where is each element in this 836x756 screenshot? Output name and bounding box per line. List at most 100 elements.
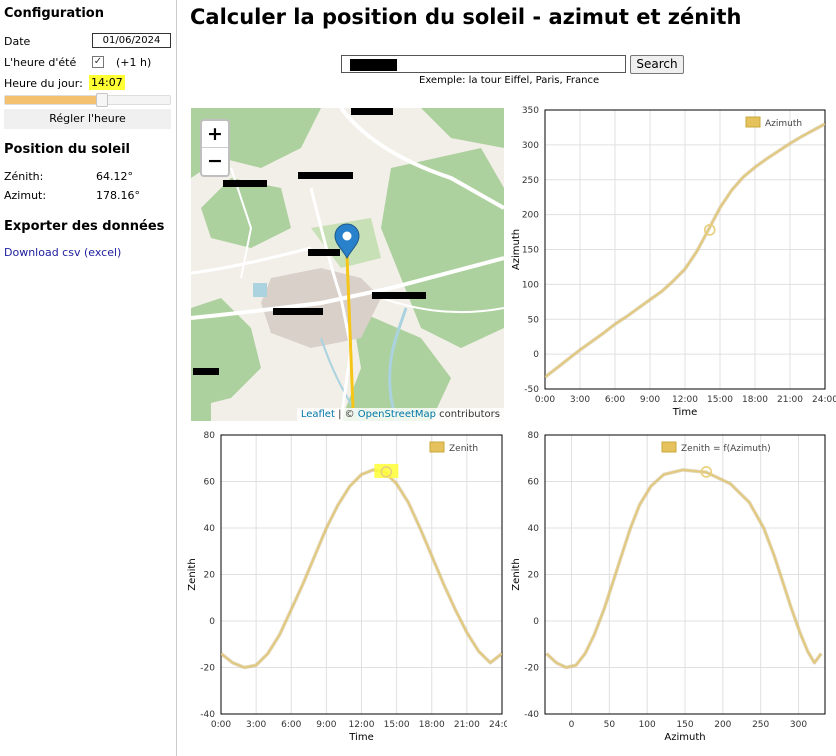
hour-value: 14:07 [89, 75, 125, 90]
legend-swatch [661, 441, 677, 453]
x-tick-label: 18:00 [742, 395, 768, 405]
zenith-time-chart: -40 -20 0 20 40 60 80 0:00 3:00 6:00 9:00 12:00 15:0… [187, 429, 517, 756]
legend-label: Zenith [449, 444, 478, 454]
map-label-redaction [273, 308, 323, 315]
x-tick-label: 9:00 [640, 395, 660, 405]
date-input[interactable]: 01/06/2024 [92, 33, 171, 48]
dst-label: L'heure d'été [4, 56, 77, 69]
x-tick-label: 15:00 [707, 395, 733, 405]
x-tick-label: 250 [752, 720, 769, 730]
hour-slider-handle[interactable] [96, 93, 109, 107]
map-tiles [191, 108, 504, 421]
y-tick-label: 150 [522, 246, 539, 256]
map-label-redaction [308, 249, 340, 256]
x-axis-label: Time [348, 732, 373, 743]
x-tick-label: 24:00 [812, 395, 836, 405]
legend-label: Azimuth [765, 119, 802, 129]
y-tick-label: -40 [200, 710, 215, 720]
zenith-value: 64.12° [96, 170, 133, 183]
x-tick-label: 6:00 [605, 395, 625, 405]
attribution-tail: contributors [436, 409, 500, 420]
y-tick-label: 0 [209, 617, 215, 627]
y-tick-label: 50 [528, 315, 540, 325]
y-tick-label: 60 [528, 478, 540, 488]
x-tick-label: 21:00 [454, 720, 480, 730]
x-tick-label: 12:00 [349, 720, 375, 730]
zoom-in-button[interactable]: + [202, 121, 228, 148]
legend-label: Zenith = f(Azimuth) [681, 444, 771, 454]
y-tick-label: 0 [533, 617, 539, 627]
x-tick-label: 0:00 [535, 395, 555, 405]
sidebar: Configuration Date 01/06/2024 L'heure d'… [0, 0, 177, 756]
hour-label: Heure du jour: [4, 77, 83, 90]
y-tick-label: -20 [524, 664, 539, 674]
y-tick-label: 300 [522, 141, 539, 151]
y-tick-label: 200 [522, 211, 539, 221]
check-icon: ✓ [93, 56, 103, 67]
legend-swatch [745, 116, 761, 128]
dst-checkbox[interactable]: ✓ [92, 56, 104, 68]
current-point-highlight [374, 463, 399, 478]
x-tick-label: 3:00 [246, 720, 266, 730]
date-label: Date [4, 35, 31, 48]
y-tick-label: 60 [204, 478, 216, 488]
set-hour-button[interactable]: Régler l'heure [4, 109, 171, 129]
x-tick-label: 200 [714, 720, 731, 730]
y-axis-label: Zenith [187, 558, 198, 590]
y-tick-label: 80 [204, 431, 216, 441]
azimuth-label: Azimut: [4, 189, 47, 202]
y-tick-label: 250 [522, 176, 539, 186]
search-redaction [350, 59, 397, 71]
hour-slider-fill [5, 96, 103, 104]
map-label-redaction [351, 108, 393, 115]
x-tick-label: 21:00 [777, 395, 803, 405]
search-input[interactable] [341, 55, 626, 73]
x-tick-label: 6:00 [281, 720, 301, 730]
y-tick-label: -20 [200, 664, 215, 674]
y-tick-label: 20 [204, 571, 216, 581]
map-label-redaction [372, 292, 426, 299]
x-tick-label: 300 [790, 720, 807, 730]
export-title: Exporter des données [4, 219, 165, 234]
zenith-azimuth-chart: -40 -20 0 20 40 60 80 0 50 100 150 200 250 300 Azimuth… [507, 429, 836, 756]
x-tick-label: 9:00 [316, 720, 336, 730]
y-axis-label: Zenith [511, 558, 522, 590]
map-label-redaction [193, 368, 219, 375]
page-title: Calculer la position du soleil - azimut … [190, 5, 742, 29]
x-axis-label: Azimuth [664, 732, 705, 743]
download-csv-link[interactable]: Download csv (excel) [4, 246, 121, 259]
x-tick-label: 0:00 [211, 720, 231, 730]
x-tick-label: 150 [676, 720, 693, 730]
search-button[interactable]: Search [630, 55, 684, 74]
y-tick-label: 40 [204, 524, 216, 534]
config-title: Configuration [4, 6, 104, 21]
map[interactable]: + − Leaflet | © OpenStreetMap contributo… [191, 108, 504, 421]
y-tick-label: 80 [528, 431, 540, 441]
y-tick-label: -40 [524, 710, 539, 720]
dst-offset: (+1 h) [116, 56, 152, 69]
azimuth-time-chart: -50 0 50 100 150 200 250 300 350 0:00 3:00 6:00 9:00… [507, 104, 836, 426]
chart-svg: -40 -20 0 20 40 60 80 0:00 3:00 6:00 9:00 12:00 15:0… [187, 431, 515, 743]
y-tick-label: 0 [533, 350, 539, 360]
zoom-out-button[interactable]: − [202, 148, 228, 175]
y-tick-label: 20 [528, 571, 540, 581]
azimuth-value: 178.16° [96, 189, 140, 202]
chart-svg: -40 -20 0 20 40 60 80 0 50 100 150 200 250 300 Azimuth… [511, 431, 826, 743]
y-tick-label: 40 [528, 524, 540, 534]
x-tick-label: 0 [569, 720, 575, 730]
y-axis-label: Azimuth [511, 229, 522, 270]
x-tick-label: 18:00 [419, 720, 445, 730]
leaflet-link[interactable]: Leaflet [301, 409, 335, 420]
x-tick-label: 3:00 [570, 395, 590, 405]
x-tick-label: 100 [639, 720, 656, 730]
x-tick-label: 12:00 [672, 395, 698, 405]
x-axis-label: Time [672, 407, 697, 418]
map-label-redaction [223, 180, 267, 187]
search-example: Exemple: la tour Eiffel, Paris, France [419, 75, 600, 86]
hour-slider[interactable] [4, 93, 171, 107]
osm-link[interactable]: OpenStreetMap [358, 409, 436, 420]
zoom-control: + − [200, 119, 230, 177]
sun-position-title: Position du soleil [4, 142, 130, 157]
legend-swatch [429, 441, 445, 453]
y-tick-label: -50 [524, 385, 539, 395]
